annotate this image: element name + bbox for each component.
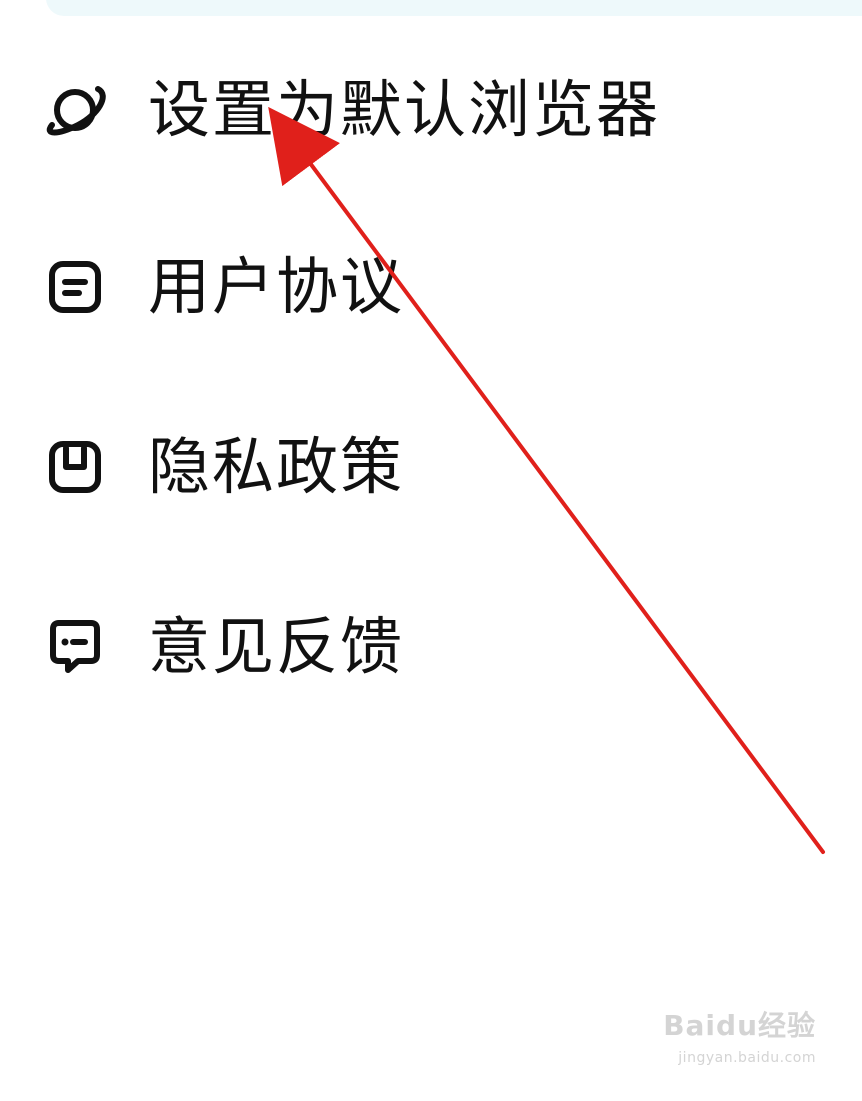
baidu-jingyan-watermark: Baidu经验 jingyan.baidu.com xyxy=(646,1009,816,1079)
set-default-browser-item[interactable]: 设置为默认浏览器 xyxy=(40,55,740,165)
feedback-label: 意见反馈 xyxy=(148,610,405,683)
feedback-item[interactable]: 意见反馈 xyxy=(40,592,740,702)
user-agreement-item[interactable]: 用户协议 xyxy=(40,232,740,342)
privacy-icon xyxy=(40,432,110,502)
planet-icon xyxy=(40,75,110,145)
feedback-icon xyxy=(40,612,110,682)
watermark-sub: jingyan.baidu.com xyxy=(678,1050,816,1066)
privacy-policy-item[interactable]: 隐私政策 xyxy=(40,412,740,522)
set-default-browser-label: 设置为默认浏览器 xyxy=(148,73,661,146)
privacy-policy-label: 隐私政策 xyxy=(148,430,405,503)
watermark-main: Baidu经验 xyxy=(663,1009,816,1042)
settings-menu: 设置为默认浏览器 用户协议 隐私政策 意见反馈 xyxy=(0,0,862,720)
user-agreement-label: 用户协议 xyxy=(148,250,405,323)
document-icon xyxy=(40,252,110,322)
